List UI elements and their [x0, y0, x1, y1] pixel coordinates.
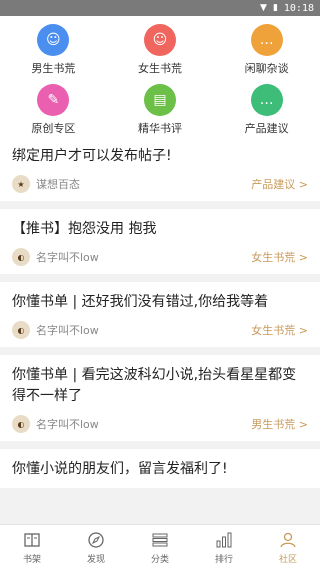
bookshelf-icon: [24, 532, 40, 547]
category-grid: ☺ 男生书荒 ☺ 女生书荒 … 闲聊杂谈 ✎ 原创专区 ▤ 精华书评 … 产品建…: [0, 16, 320, 140]
category-chat[interactable]: … 闲聊杂谈: [213, 24, 320, 76]
post-title: 你懂书单 | 还好我们没有错过,你给我等着: [12, 294, 269, 310]
avatar: ◐: [12, 415, 30, 433]
post-tag[interactable]: 男生书荒 >: [251, 416, 308, 432]
pen-icon: ✎: [37, 84, 70, 116]
post-item[interactable]: 【推书】抱怨没用 抱我 ◐ 名字叫不low 女生书荒 >: [0, 209, 320, 274]
post-author: 名字叫不low: [36, 251, 99, 264]
tab-discover[interactable]: 发现: [64, 525, 128, 569]
category-label: 女生书荒: [137, 62, 182, 75]
category-original[interactable]: ✎ 原创专区: [0, 84, 107, 136]
post-feed[interactable]: 绑定用户才可以发布帖子! ★ 谋想百态 产品建议 > 【推书】抱怨没用 抱我 ◐…: [0, 136, 320, 525]
tab-bookshelf[interactable]: 书架: [0, 525, 64, 569]
male-face-icon: ☺: [37, 24, 70, 56]
post-meta: ★ 谋想百态 产品建议 >: [12, 175, 308, 193]
tab-label: 分类: [150, 554, 169, 565]
tab-label: 书架: [22, 554, 41, 565]
post-tag[interactable]: 女生书荒 >: [251, 249, 308, 265]
battery-icon: ▮: [272, 3, 278, 13]
status-time: 10:18: [283, 2, 314, 14]
category-label: 闲聊杂谈: [244, 62, 289, 75]
status-bar: ▼ ▮ 10:18: [0, 0, 320, 16]
avatar: ★: [12, 175, 30, 193]
post-title: 绑定用户才可以发布帖子!: [12, 148, 172, 164]
tab-ranking[interactable]: 排行: [192, 525, 256, 569]
book-icon: ▤: [143, 84, 176, 116]
post-title: 你懂书单 | 看完这波科幻小说,抬头看星星都变得不一样了: [12, 367, 297, 404]
post-title: 你懂小说的朋友们，留言发福利了!: [12, 461, 228, 477]
post-title: 【推书】抱怨没用 抱我: [12, 221, 157, 237]
avatar: ◐: [12, 248, 30, 266]
category-female-books[interactable]: ☺ 女生书荒: [107, 24, 214, 76]
post-item[interactable]: 绑定用户才可以发布帖子! ★ 谋想百态 产品建议 >: [0, 136, 320, 201]
post-meta: ◐ 名字叫不low 男生书荒 >: [12, 415, 308, 433]
category-label: 精华书评: [137, 122, 182, 135]
tab-community[interactable]: 社区: [256, 525, 320, 569]
category-suggestions[interactable]: … 产品建议: [213, 84, 320, 136]
chat-bubble-icon: …: [250, 24, 283, 56]
post-meta: ◐ 名字叫不low 女生书荒 >: [12, 321, 308, 339]
post-author: 名字叫不low: [36, 324, 99, 337]
wifi-icon: ▼: [260, 3, 267, 13]
post-tag[interactable]: 产品建议 >: [251, 176, 308, 192]
compass-icon: [88, 531, 104, 548]
bottom-tab-bar: 书架 发现 分类 排行 社区: [0, 524, 320, 569]
category-label: 产品建议: [244, 122, 289, 135]
post-meta: ◐ 名字叫不low 女生书荒 >: [12, 248, 308, 266]
post-tag[interactable]: 女生书荒 >: [251, 322, 308, 338]
post-item[interactable]: 你懂书单 | 看完这波科幻小说,抬头看星星都变得不一样了 ◐ 名字叫不low 男…: [0, 355, 320, 441]
post-author: 名字叫不low: [36, 418, 99, 431]
message-icon: …: [250, 84, 283, 116]
list-icon: [152, 533, 168, 546]
avatar: ◐: [12, 321, 30, 339]
tab-label: 发现: [86, 554, 105, 565]
category-label: 男生书荒: [31, 62, 76, 75]
tab-label: 排行: [214, 554, 233, 565]
bar-chart-icon: [216, 532, 232, 547]
post-author: 谋想百态: [36, 178, 80, 191]
category-label: 原创专区: [31, 122, 76, 135]
female-face-icon: ☺: [143, 24, 176, 56]
category-male-books[interactable]: ☺ 男生书荒: [0, 24, 107, 76]
post-item[interactable]: 你懂小说的朋友们，留言发福利了!: [0, 449, 320, 488]
tab-label: 社区: [278, 554, 297, 565]
post-item[interactable]: 你懂书单 | 还好我们没有错过,你给我等着 ◐ 名字叫不low 女生书荒 >: [0, 282, 320, 347]
tab-categories[interactable]: 分类: [128, 525, 192, 569]
category-reviews[interactable]: ▤ 精华书评: [107, 84, 214, 136]
person-icon: [280, 532, 296, 547]
